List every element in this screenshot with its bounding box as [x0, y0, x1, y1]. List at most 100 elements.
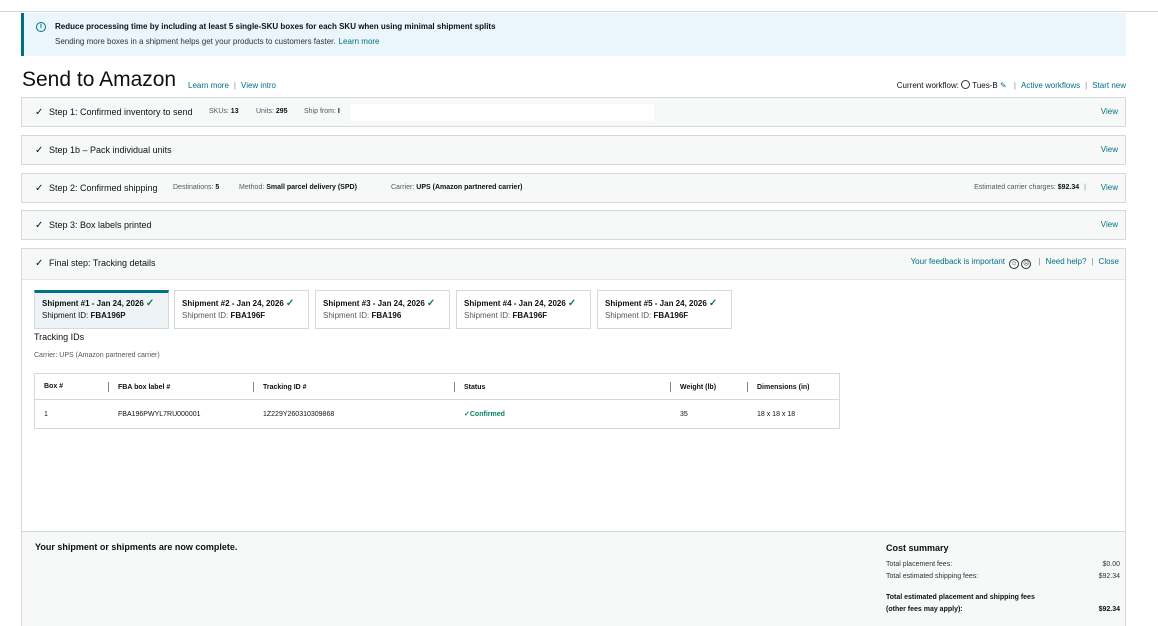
close-link[interactable]: Close — [1099, 257, 1119, 266]
status-text: Confirmed — [469, 411, 505, 418]
column-header-text: Tracking ID # — [263, 383, 307, 391]
view-intro-link[interactable]: View intro — [241, 81, 276, 90]
tab-shipment-id: Shipment ID: FBA196 — [323, 311, 401, 320]
checkmark-icon: ✓ — [35, 107, 44, 118]
shipment-id-value: FBA196F — [230, 311, 266, 320]
tab-title-text: Shipment #2 - Jan 24, 2026 — [182, 299, 284, 308]
clock-icon — [961, 80, 971, 89]
step-3-view-link[interactable]: View — [1101, 220, 1118, 229]
divider: | — [1084, 184, 1086, 191]
shipment-id-value: FBA196P — [90, 311, 126, 320]
total-fees-label-1: Total estimated placement and shipping f… — [886, 594, 1035, 601]
method-value: Small parcel delivery (SPD) — [266, 184, 357, 191]
skus-label: SKUs: — [209, 108, 229, 115]
shipment-id-label: Shipment ID: — [323, 311, 370, 320]
ship-from-value: I — [337, 108, 340, 115]
tab-title: Shipment #3 - Jan 24, 2026 ✓ — [323, 298, 435, 309]
tab-title-text: Shipment #5 - Jan 24, 2026 — [605, 299, 707, 308]
step-2-view-link[interactable]: View — [1101, 183, 1118, 192]
page-title: Send to Amazon — [22, 68, 177, 91]
checkmark-icon: ✓ — [35, 258, 44, 269]
current-workflow-label: Current workflow: — [896, 81, 960, 90]
carrier-value: UPS (Amazon partnered carrier) — [416, 184, 523, 191]
tracking-table: Box # FBA box label # Tracking ID # Stat… — [34, 373, 840, 429]
units-label: Units: — [256, 108, 274, 115]
start-new-link[interactable]: Start new — [1092, 81, 1126, 90]
divider — [454, 381, 455, 392]
table-header-row: Box # FBA box label # Tracking ID # Stat… — [34, 373, 840, 400]
shipment-id-value: FBA196F — [653, 311, 689, 320]
active-workflows-link[interactable]: Active workflows — [1021, 81, 1080, 90]
skus-value: 13 — [230, 108, 239, 115]
summary-panel: Your shipment or shipments are now compl… — [21, 531, 1126, 626]
tab-shipment-id: Shipment ID: FBA196P — [42, 311, 126, 320]
step-1b-view-link[interactable]: View — [1101, 145, 1118, 154]
column-header: Box # — [34, 373, 108, 400]
shipment-id-value: FBA196F — [512, 311, 548, 320]
checkmark-icon: ✓ — [35, 220, 44, 231]
tab-shipment-id: Shipment ID: FBA196F — [605, 311, 688, 320]
shipment-tab-5[interactable]: Shipment #5 - Jan 24, 2026 ✓ Shipment ID:… — [597, 290, 732, 329]
checkmark-icon: ✓ — [35, 183, 44, 194]
tracking-ids-title: Tracking IDs — [34, 332, 85, 342]
weight: 35 — [680, 410, 688, 418]
shipment-id-label: Shipment ID: — [605, 311, 652, 320]
step-1-view-link[interactable]: View — [1101, 107, 1118, 116]
column-header-text: Box # — [44, 383, 64, 390]
step-title: Final step: Tracking details — [49, 258, 156, 268]
shipment-tab-4[interactable]: Shipment #4 - Jan 24, 2026 ✓ Shipment ID:… — [456, 290, 591, 329]
shipping-fees-label: Total estimated shipping fees: — [886, 573, 979, 580]
frown-face-icon[interactable]: ☹ — [1021, 259, 1032, 269]
step-title: Step 3: Box labels printed — [49, 220, 152, 230]
step-1b-panel: ✓ Step 1b – Pack individual units View — [21, 135, 1126, 165]
charges-label: Estimated carrier charges: — [974, 184, 1056, 191]
tab-title: Shipment #4 - Jan 24, 2026 ✓ — [464, 298, 576, 309]
total-fees-row: Total estimated placement and shipping f… — [886, 592, 1120, 616]
column-header: FBA box label # — [108, 373, 253, 400]
cost-summary: Cost summary Total placement fees: $0.00… — [886, 543, 1120, 616]
shipment-id-label: Shipment ID: — [42, 311, 89, 320]
alert-body-text: Sending more boxes in a shipment helps g… — [55, 37, 336, 46]
smile-face-icon[interactable]: ☺ — [1009, 259, 1020, 269]
box-number: 1 — [44, 410, 48, 418]
final-step-header: ✓ Final step: Tracking details Your feed… — [22, 249, 1125, 280]
divider: | — [233, 81, 236, 90]
units-value: 295 — [275, 108, 288, 115]
column-header-text: Weight (lb) — [680, 383, 717, 391]
placement-fees-value: $0.00 — [1102, 561, 1120, 568]
step-title: Step 1b – Pack individual units — [49, 145, 172, 155]
alert-learn-more-link[interactable]: Learn more — [339, 37, 380, 46]
tab-title: Shipment #1 - Jan 24, 2026 ✓ — [42, 298, 154, 309]
info-icon: i — [36, 22, 46, 32]
pencil-icon[interactable]: ✎ — [1000, 81, 1007, 90]
shipment-tab-2[interactable]: Shipment #2 - Jan 24, 2026 ✓ Shipment ID:… — [174, 290, 309, 329]
tab-title-text: Shipment #3 - Jan 24, 2026 — [323, 299, 425, 308]
tab-title: Shipment #5 - Jan 24, 2026 ✓ — [605, 298, 717, 309]
units-meta: Units: 295 — [256, 108, 288, 115]
step-title: Step 1: Confirmed inventory to send — [49, 107, 193, 117]
alert-body: Sending more boxes in a shipment helps g… — [55, 37, 380, 46]
carrier-meta: Carrier: UPS (Amazon partnered carrier) — [391, 184, 523, 191]
column-header: Weight (lb) — [670, 373, 747, 400]
method-meta: Method: Small parcel delivery (SPD) — [239, 184, 357, 191]
step-2-panel: ✓ Step 2: Confirmed shipping Destination… — [21, 173, 1126, 203]
shipping-fees-row: Total estimated shipping fees: $92.34 — [886, 573, 1120, 585]
learn-more-link[interactable]: Learn more — [188, 81, 229, 90]
need-help-link[interactable]: Need help? — [1046, 257, 1087, 266]
alert-title: Reduce processing time by including at l… — [55, 22, 496, 31]
info-alert: i Reduce processing time by including at… — [21, 13, 1126, 56]
column-header: Status — [454, 373, 670, 400]
feedback-label: Your feedback is important — [910, 257, 1005, 266]
shipment-tab-3[interactable]: Shipment #3 - Jan 24, 2026 ✓ Shipment ID:… — [315, 290, 450, 329]
destinations-label: Destinations: — [173, 184, 214, 191]
shipment-tab-1[interactable]: Shipment #1 - Jan 24, 2026 ✓ Shipment ID:… — [34, 290, 169, 329]
carrier-label: Carrier: UPS (Amazon partnered carrier) — [34, 352, 160, 359]
status-cell: ✓Confirmed — [454, 400, 670, 429]
tab-title-text: Shipment #1 - Jan 24, 2026 — [42, 299, 144, 308]
completion-message: Your shipment or shipments are now compl… — [35, 542, 238, 552]
checkmark-icon: ✓ — [285, 298, 295, 309]
checkmark-icon: ✓ — [567, 298, 577, 309]
column-header-text: FBA box label # — [118, 383, 171, 391]
divider — [108, 381, 109, 392]
dimensions: 18 x 18 x 18 — [757, 410, 796, 418]
